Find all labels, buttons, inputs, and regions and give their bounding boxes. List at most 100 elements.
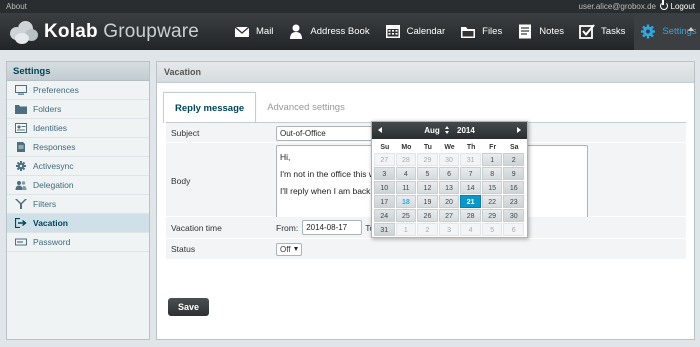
calendar-day[interactable]: 24: [374, 209, 395, 222]
nav-files[interactable]: Files: [454, 13, 511, 50]
calendar-day[interactable]: 23: [503, 195, 525, 208]
month-value: Aug: [424, 126, 440, 135]
sidebar-item-activesync[interactable]: Activesync: [7, 157, 149, 176]
calendar-day[interactable]: 31: [374, 223, 395, 236]
calendar-day[interactable]: 4: [460, 223, 481, 236]
page-title: Vacation: [157, 62, 694, 83]
calendar-day[interactable]: 3: [438, 223, 460, 236]
calendar-day[interactable]: 4: [395, 167, 417, 180]
calendar-day[interactable]: 2: [503, 153, 525, 166]
nav-notes-label: Notes: [539, 26, 565, 37]
status-select[interactable]: Off: [276, 243, 302, 256]
calendar-day[interactable]: 3: [374, 167, 395, 180]
weekday-label: Th: [466, 144, 476, 151]
calendar-day[interactable]: 27: [438, 209, 460, 222]
calendar-day[interactable]: 30: [438, 153, 460, 166]
calendar-day[interactable]: 16: [503, 181, 525, 194]
calendar-day[interactable]: 22: [481, 195, 503, 208]
calendar-day[interactable]: 13: [438, 181, 460, 194]
calendar-week: 27 28 29 30 31 1 2: [374, 153, 525, 167]
calendar-week: 10 11 12 13 14 15 16: [374, 181, 525, 195]
month-select[interactable]: Aug: [424, 122, 455, 139]
year-select[interactable]: 2014: [457, 122, 475, 139]
calendar-day[interactable]: 29: [417, 153, 438, 166]
from-date-input[interactable]: 2014-08-17: [302, 220, 363, 235]
sidebar-item-delegation[interactable]: Delegation: [7, 176, 149, 195]
calendar-day[interactable]: 1: [395, 223, 417, 236]
weekday-label: Sa: [509, 144, 519, 151]
kolab-logo-icon: [8, 19, 40, 45]
calendar-day[interactable]: 7: [460, 167, 481, 180]
updown-icon: [444, 126, 450, 134]
sidebar-item-label: Filters: [33, 199, 57, 209]
calendar-day[interactable]: 19: [417, 195, 438, 208]
calendar-day[interactable]: 5: [481, 223, 503, 236]
calendar-week: 3456789: [374, 167, 525, 181]
sidebar-item-responses[interactable]: Responses: [7, 138, 149, 157]
sidebar-title: Settings: [7, 62, 149, 81]
sidebar-item-vacation[interactable]: Vacation: [7, 214, 149, 233]
calendar-day[interactable]: 2: [417, 223, 438, 236]
sidebar-item-password[interactable]: Password: [7, 233, 149, 252]
calendar-day[interactable]: 21: [460, 195, 481, 208]
calendar-day[interactable]: 11: [395, 181, 417, 194]
calendar-day[interactable]: 5: [417, 167, 438, 180]
sidebar-item-label: Activesync: [33, 161, 74, 171]
calendar-day[interactable]: 27: [374, 153, 395, 166]
calendar-day[interactable]: 10: [374, 181, 395, 194]
nav-mail[interactable]: Mail: [228, 13, 282, 50]
calendar-day[interactable]: 6: [438, 167, 460, 180]
datepicker: Aug 2014 Su Mo Tu We Th Fr Sa 27 28 29 30 31…: [371, 121, 528, 238]
calendar-day[interactable]: 18: [395, 195, 417, 208]
calendar-day[interactable]: 20: [438, 195, 460, 208]
sidebar-item-label: Responses: [33, 142, 76, 152]
weekday-label: Tu: [423, 144, 432, 151]
nav-calendar[interactable]: Calendar: [379, 13, 455, 50]
calendar-day[interactable]: 6: [503, 223, 525, 236]
sidebar-item-preferences[interactable]: Preferences: [7, 81, 149, 100]
nav-address-book[interactable]: Address Book: [282, 13, 378, 50]
save-button[interactable]: Save: [168, 298, 210, 316]
nav-tasks[interactable]: Tasks: [573, 13, 634, 50]
kolab-logo[interactable]: Kolab Groupware: [8, 18, 199, 46]
weekday-header: Su Mo Tu We Th Fr Sa: [372, 139, 527, 153]
calendar-day[interactable]: 12: [417, 181, 438, 194]
chevron-down-icon: [293, 247, 298, 251]
sidebar-item-filters[interactable]: Filters: [7, 195, 149, 214]
next-month-icon[interactable]: [517, 127, 521, 133]
body-label: Body: [171, 176, 191, 186]
logout-button[interactable]: Logout: [659, 0, 695, 13]
status-value: Off: [280, 245, 291, 254]
sidebar-item-label: Password: [33, 237, 71, 247]
calendar-week: 24 25 26 27 28 29 30: [374, 209, 525, 223]
calendar-day[interactable]: 9: [503, 167, 525, 180]
calendar-day[interactable]: 26: [417, 209, 438, 222]
sidebar-item-label: Delegation: [33, 180, 74, 190]
calendar-day[interactable]: 29: [481, 209, 503, 222]
checkbox-icon: [579, 24, 595, 39]
calendar-day[interactable]: 31: [460, 153, 481, 166]
calendar-day[interactable]: 14: [460, 181, 481, 194]
main-nav: Mail Address Book Calendar Files Notes T…: [228, 13, 700, 50]
prev-month-icon[interactable]: [378, 127, 382, 133]
tab-advanced-settings[interactable]: Advanced settings: [256, 92, 356, 123]
calendar-day[interactable]: 25: [395, 209, 417, 222]
sidebar-item-folders[interactable]: Folders: [7, 100, 149, 119]
logout-label: Logout: [670, 2, 695, 11]
about-link[interactable]: About: [6, 0, 27, 13]
more-menu-icon[interactable]: [688, 27, 694, 31]
calendar-day[interactable]: 28: [460, 209, 481, 222]
nav-notes[interactable]: Notes: [511, 13, 573, 50]
calendar-day[interactable]: 1: [481, 153, 503, 166]
calendar-day[interactable]: 28: [395, 153, 417, 166]
calendar-day[interactable]: 17: [374, 195, 395, 208]
weekday-label: Fr: [489, 144, 497, 151]
sidebar-item-identities[interactable]: Identities: [7, 119, 149, 138]
tab-reply-message[interactable]: Reply message: [163, 92, 257, 123]
nav-settings[interactable]: Settings: [634, 13, 700, 50]
exit-icon: [15, 218, 27, 228]
calendar-day[interactable]: 30: [503, 209, 525, 222]
calendar-day[interactable]: 8: [481, 167, 503, 180]
calendar-day[interactable]: 15: [481, 181, 503, 194]
status-label: Status: [171, 244, 196, 254]
